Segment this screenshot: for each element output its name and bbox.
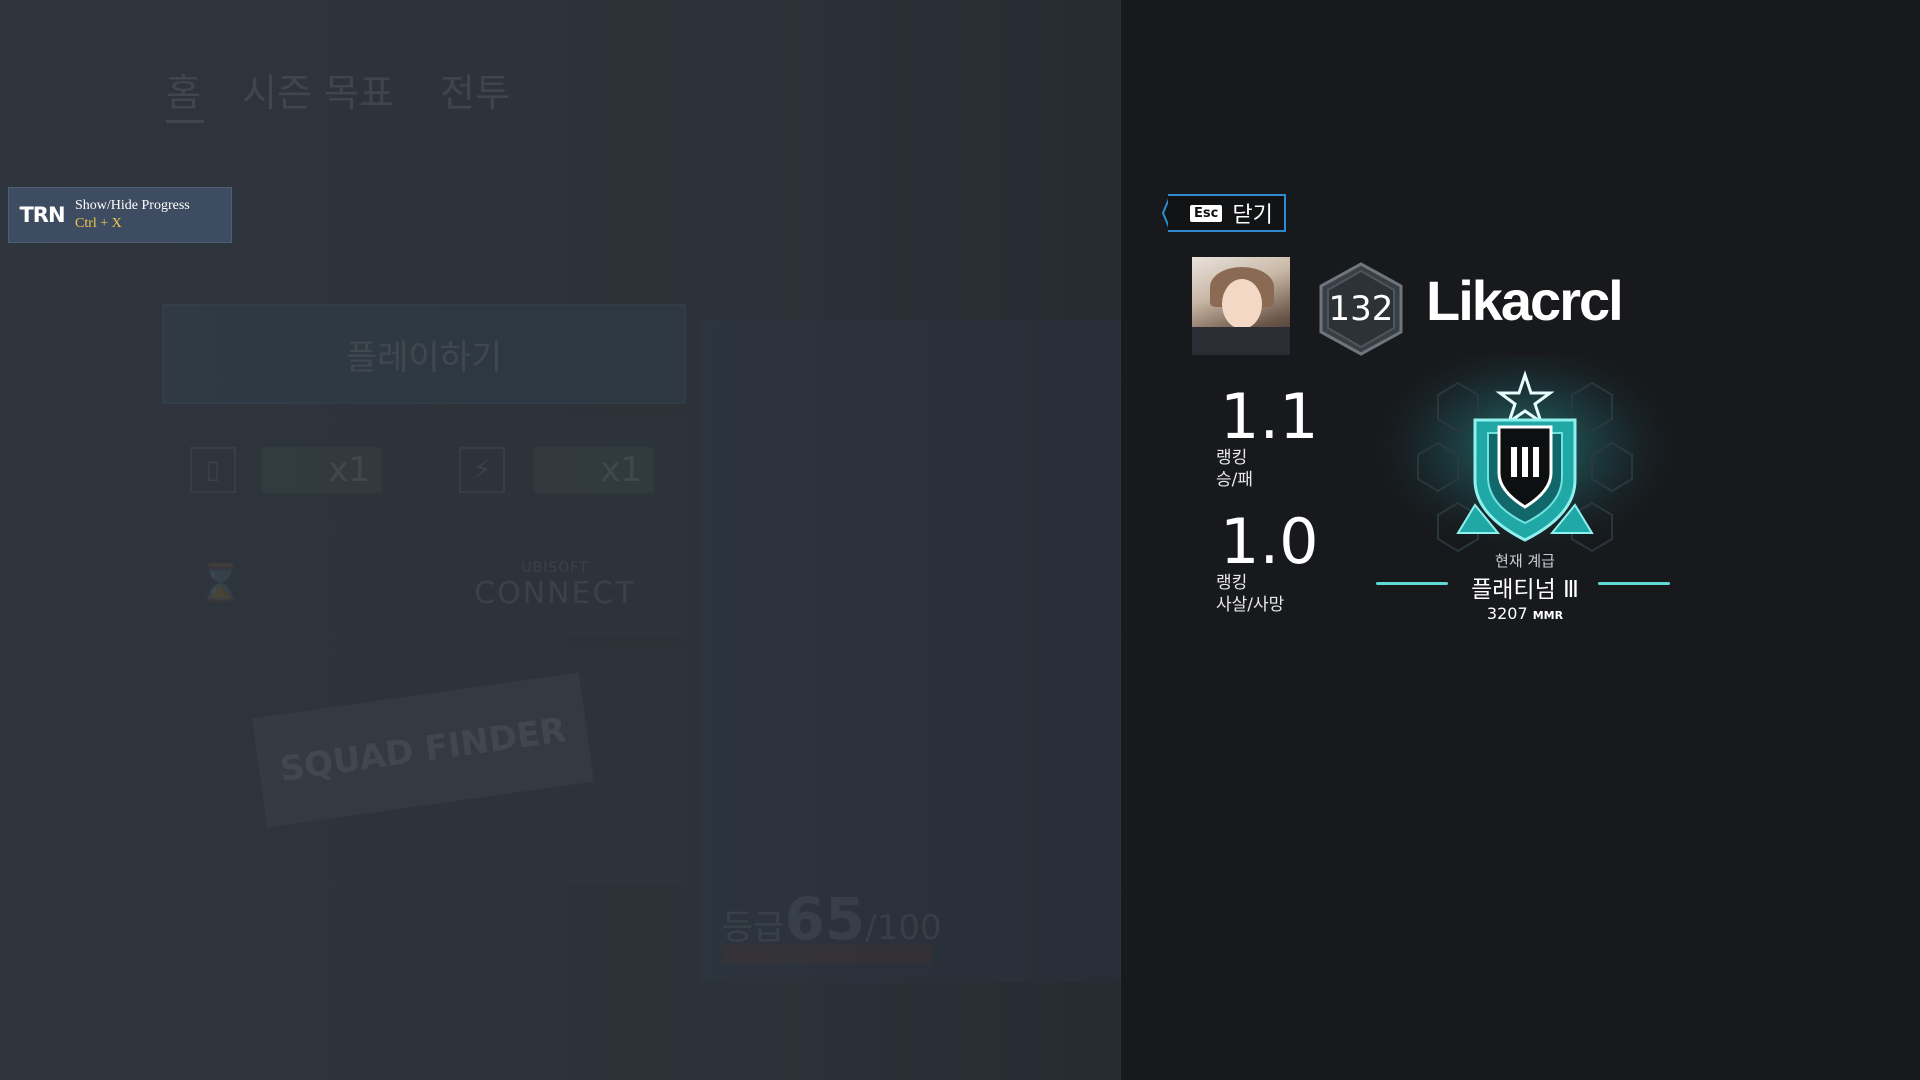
username: Likacrcl <box>1426 269 1624 332</box>
trn-text: Show/Hide Progress Ctrl + X <box>75 197 190 233</box>
rank-divider-right <box>1598 582 1670 585</box>
platinum-rank-emblem-icon <box>1378 355 1672 560</box>
ranked-kd-label-line1: 랭킹 <box>1216 573 1248 593</box>
rank-name: 플래티넘 Ⅲ <box>1471 577 1579 603</box>
level-value: 132 <box>1328 289 1394 329</box>
close-label: 닫기 <box>1232 203 1273 228</box>
esc-key-icon: Esc <box>1190 204 1223 222</box>
trn-logo: TRN <box>19 203 65 227</box>
rank-mmr: 3207 MMR <box>1380 604 1670 623</box>
avatar <box>1192 257 1290 355</box>
close-button[interactable]: Esc 닫기 <box>1168 194 1286 232</box>
trn-progress-overlay[interactable]: TRN Show/Hide Progress Ctrl + X <box>8 187 232 243</box>
ranked-wl-value: 1.1 <box>1220 380 1319 453</box>
ranked-kd-label-line2: 사살/사망 <box>1216 595 1285 615</box>
ranked-wl-label-line1: 랭킹 <box>1216 448 1248 468</box>
ranked-wl-label-line2: 승/패 <box>1216 470 1254 490</box>
background-dim-overlay <box>0 0 1120 1080</box>
ranked-kd-label: 랭킹 사살/사망 <box>1216 572 1284 616</box>
mmr-unit: MMR <box>1532 609 1564 622</box>
ranked-wl-label: 랭킹 승/패 <box>1216 447 1253 491</box>
ranked-kd-value: 1.0 <box>1220 505 1319 578</box>
trn-title: Show/Hide Progress <box>75 198 190 213</box>
mmr-value: 3207 <box>1486 604 1528 623</box>
trn-shortcut: Ctrl + X <box>75 216 122 231</box>
rank-name-row: 플래티넘 Ⅲ <box>1376 570 1670 604</box>
level-badge: 132 <box>1318 262 1404 356</box>
rank-caption: 현재 계급 <box>1495 552 1555 570</box>
